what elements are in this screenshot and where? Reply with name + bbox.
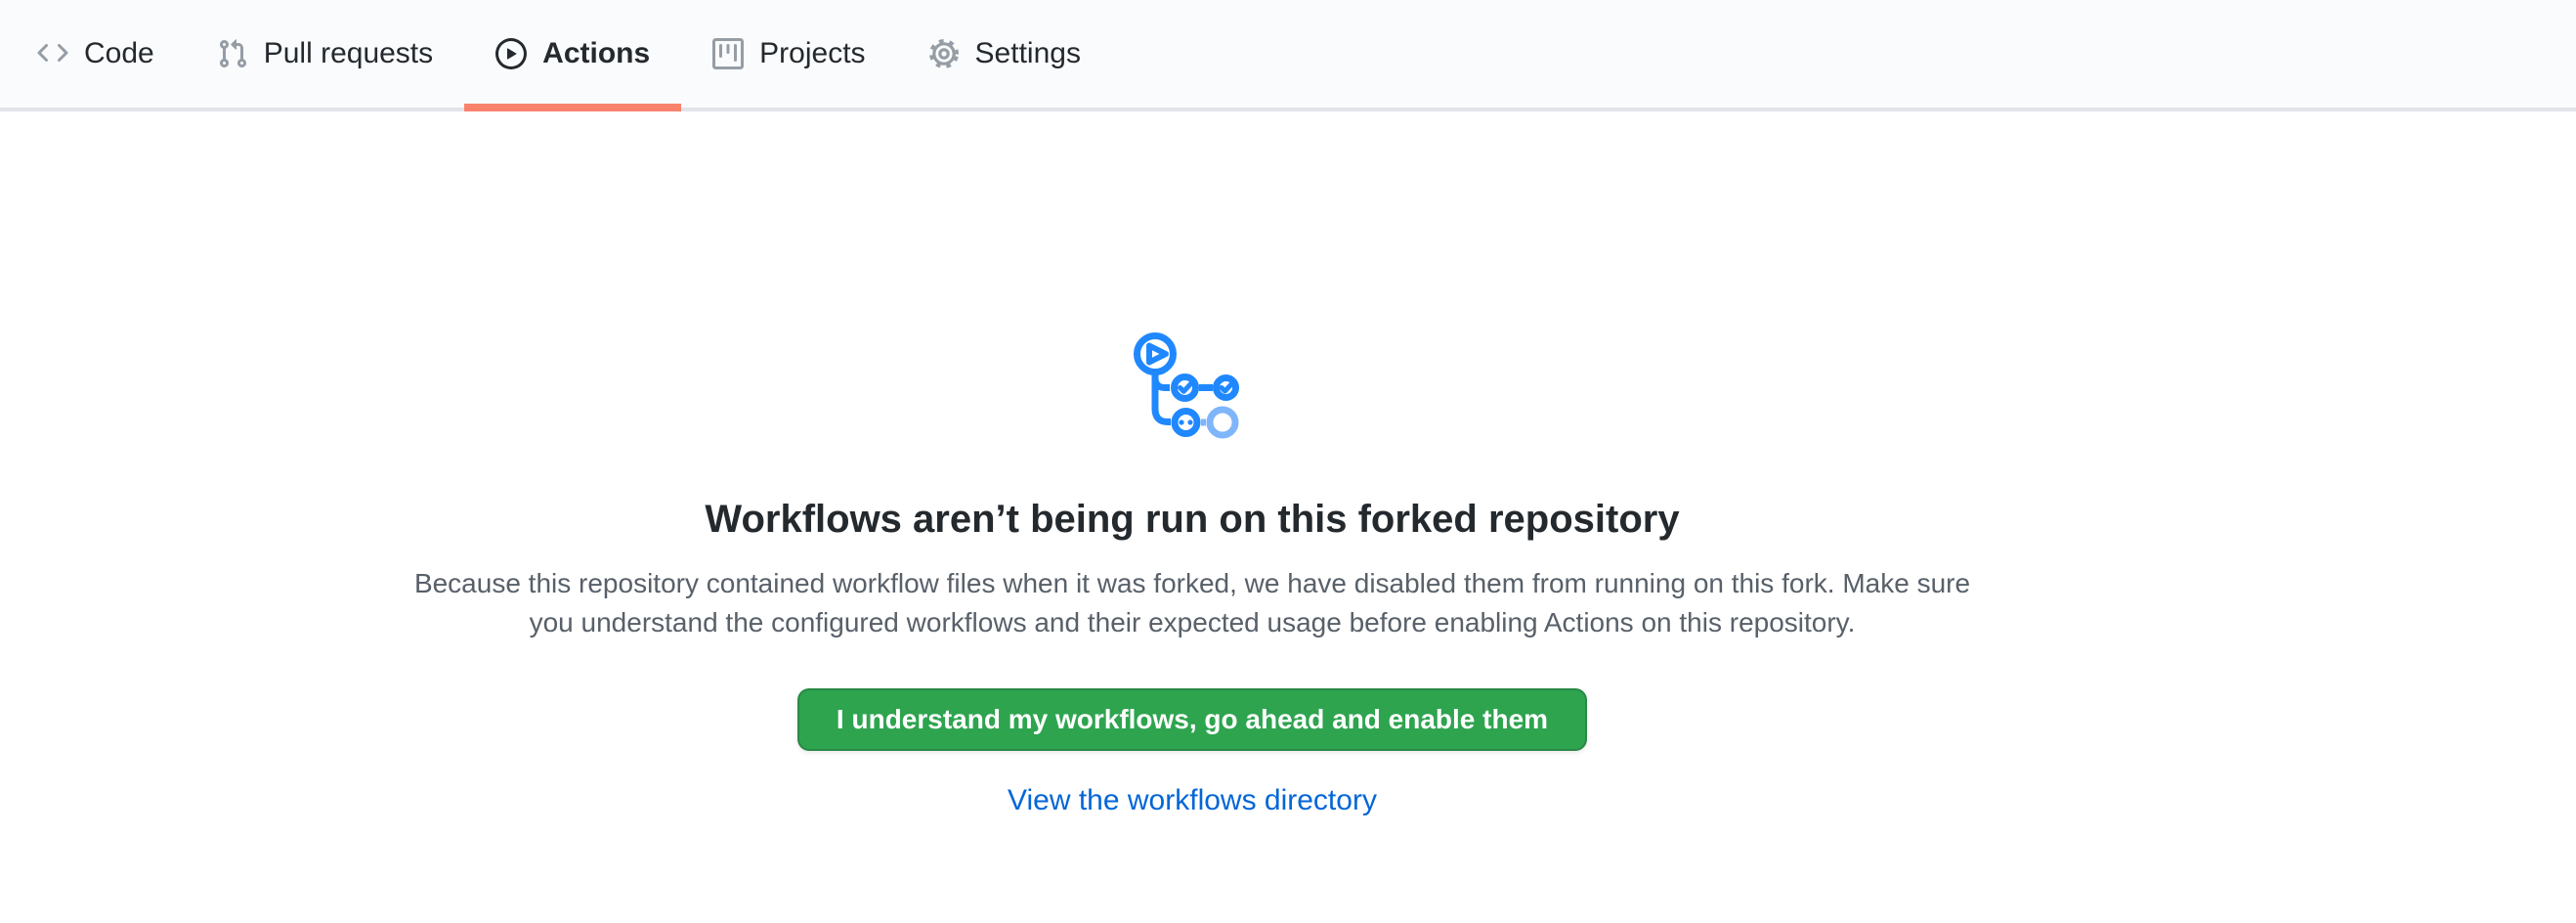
tab-settings-label: Settings — [975, 37, 1081, 70]
code-icon — [37, 38, 68, 69]
gear-icon — [928, 38, 960, 69]
tab-projects[interactable]: Projects — [681, 0, 896, 108]
tab-code-label: Code — [84, 37, 154, 70]
actions-blankslate: Workflows aren’t being run on this forke… — [0, 111, 2384, 817]
tab-code[interactable]: Code — [6, 0, 186, 108]
blankslate-title: Workflows aren’t being run on this forke… — [0, 494, 2384, 545]
tab-projects-label: Projects — [759, 37, 865, 70]
tab-pull-requests-label: Pull requests — [264, 37, 433, 70]
tab-actions[interactable]: Actions — [464, 0, 681, 108]
project-icon — [712, 38, 744, 69]
tab-settings[interactable]: Settings — [897, 0, 1112, 108]
enable-workflows-button[interactable]: I understand my workflows, go ahead and … — [797, 688, 1587, 751]
actions-workflow-graphic — [1124, 323, 1261, 450]
play-icon — [495, 38, 527, 69]
git-pull-request-icon — [217, 38, 248, 69]
blankslate-description: Because this repository contained workfl… — [391, 564, 1994, 642]
view-workflows-directory-link[interactable]: View the workflows directory — [1008, 784, 1377, 816]
tab-pull-requests[interactable]: Pull requests — [186, 0, 464, 108]
repo-nav: Code Pull requests Actions Projects — [0, 0, 2576, 111]
tab-actions-label: Actions — [542, 37, 650, 70]
